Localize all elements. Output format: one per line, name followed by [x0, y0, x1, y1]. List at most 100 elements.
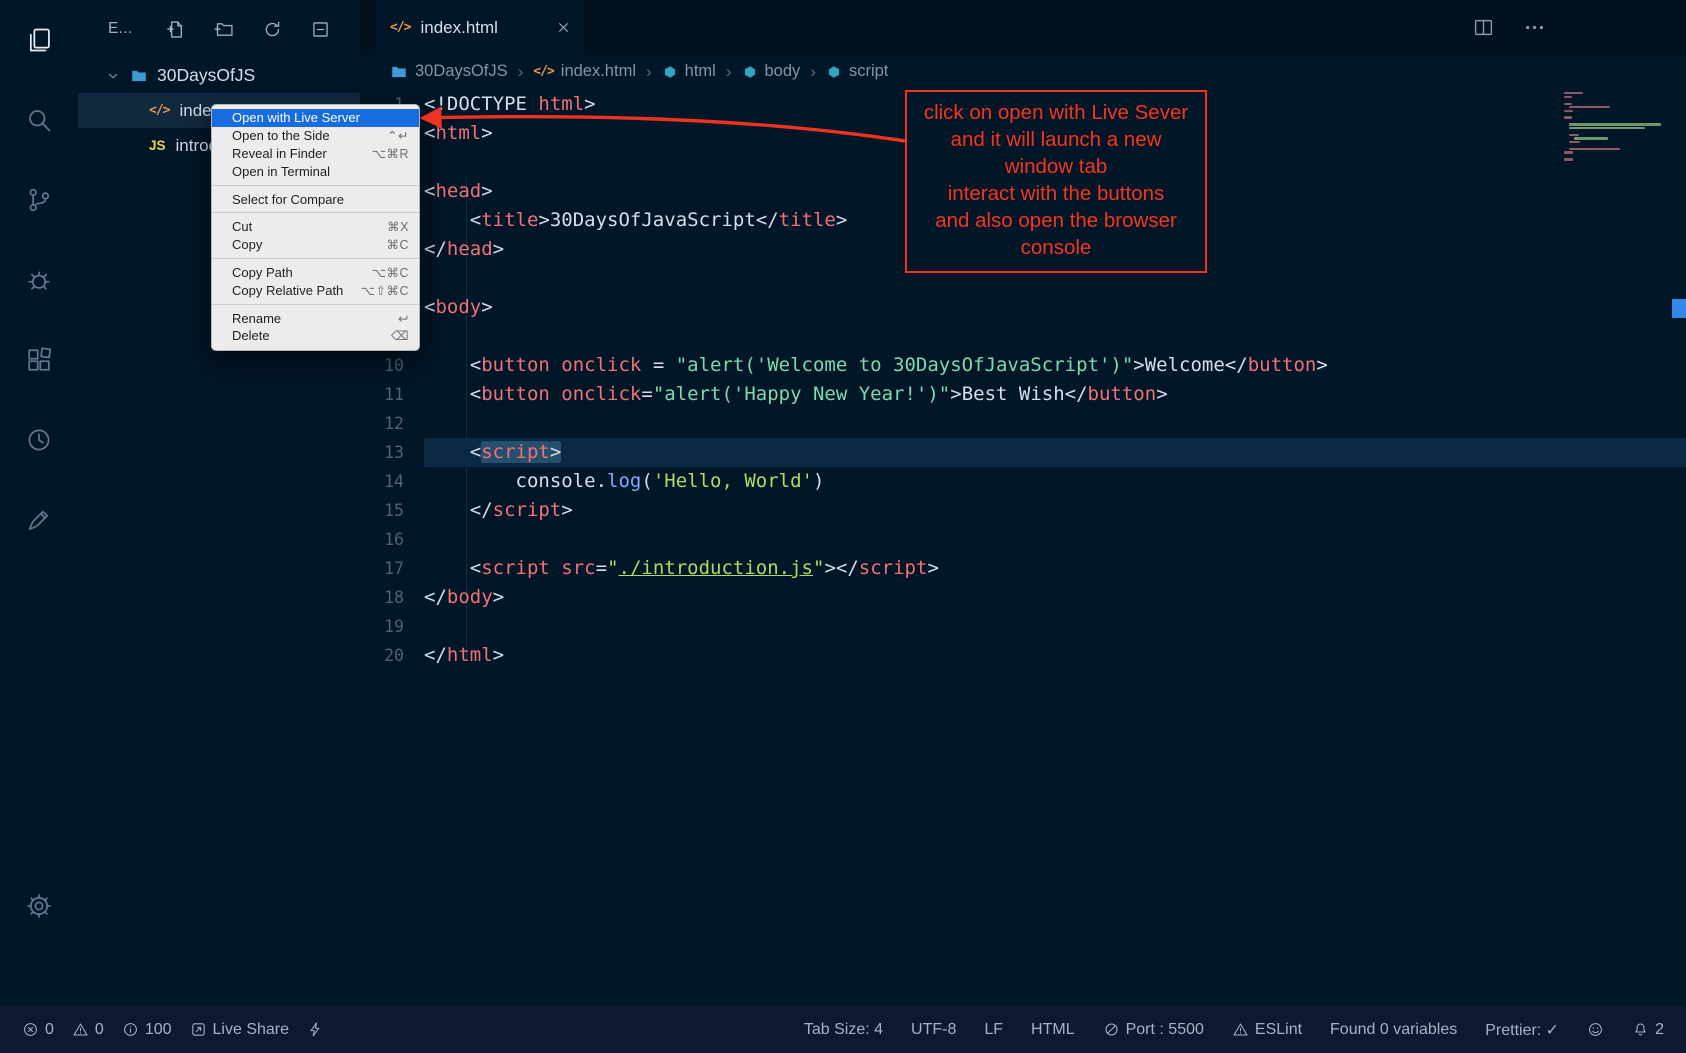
breadcrumb-body[interactable]: body [742, 62, 801, 81]
code-line-10[interactable]: 10 <button onclick = "alert('Welcome to … [360, 351, 1686, 380]
breadcrumb-index-html[interactable]: </> index.html [533, 62, 636, 81]
activity-settings[interactable] [0, 866, 78, 946]
code-line-18[interactable]: 18</body> [360, 583, 1686, 612]
tab-index-html[interactable]: </> index.html [375, 0, 584, 55]
status-text: Prettier: ✓ [1485, 1020, 1559, 1040]
refresh-icon [262, 19, 283, 40]
code-line-14[interactable]: 14 console.log('Hello, World') [360, 467, 1686, 496]
line-content [424, 409, 1686, 438]
status-text: LF [984, 1021, 1003, 1039]
line-number[interactable]: 19 [360, 612, 424, 641]
status-info[interactable]: 100 [122, 1021, 172, 1039]
menu-item-delete[interactable]: Delete⌫ [212, 327, 419, 345]
line-number[interactable]: 10 [360, 351, 424, 380]
breadcrumb-label: body [765, 62, 801, 81]
menu-item-copy[interactable]: Copy⌘C [212, 236, 419, 254]
collapse-all-button[interactable] [310, 19, 331, 40]
status-language[interactable]: HTML [1031, 1021, 1075, 1039]
breadcrumb-script[interactable]: script [826, 62, 888, 81]
status-feedback[interactable] [1587, 1021, 1604, 1038]
line-content: <button onclick = "alert('Welcome to 30D… [424, 351, 1686, 380]
status-eol[interactable]: LF [984, 1021, 1003, 1039]
breadcrumb-html[interactable]: html [662, 62, 716, 81]
breadcrumb-separator: › [810, 62, 816, 82]
menu-item-open-in-terminal[interactable]: Open in Terminal [212, 162, 419, 180]
menu-item-reveal-in-finder[interactable]: Reveal in Finder⌥⌘R [212, 145, 419, 163]
status-variables[interactable]: Found 0 variables [1330, 1021, 1457, 1039]
code-line-12[interactable]: 12 [360, 409, 1686, 438]
breadcrumb-label: index.html [561, 62, 636, 81]
menu-separator [212, 304, 419, 305]
menu-item-copy-path[interactable]: Copy Path⌥⌘C [212, 264, 419, 282]
menu-item-cut[interactable]: Cut⌘X [212, 218, 419, 236]
more-actions-icon[interactable] [1523, 16, 1546, 39]
menu-item-label: Open with Live Server [232, 110, 360, 125]
menu-item-rename[interactable]: Rename↩ [212, 309, 419, 327]
menu-shortcut: ↩ [398, 311, 409, 326]
status-text: Live Share [213, 1021, 290, 1039]
status-prettier[interactable]: Prettier: ✓ [1485, 1020, 1559, 1040]
status-eslint[interactable]: ESLint [1232, 1021, 1302, 1039]
activity-search[interactable] [0, 80, 78, 160]
status-port[interactable]: Port : 5500 [1103, 1021, 1204, 1039]
activity-history[interactable] [0, 400, 78, 480]
line-number[interactable]: 18 [360, 583, 424, 612]
refresh-button[interactable] [262, 19, 283, 40]
html-file-icon: </> [533, 64, 553, 79]
annotation-box: click on open with Live Severand it will… [905, 90, 1207, 273]
new-folder-button[interactable] [214, 19, 235, 40]
line-number[interactable]: 15 [360, 496, 424, 525]
status-warnings[interactable]: 0 [72, 1021, 104, 1039]
activity-bottom [0, 866, 78, 946]
menu-item-label: Open in Terminal [232, 164, 330, 179]
activity-debug[interactable] [0, 240, 78, 320]
status-text: 0 [95, 1021, 104, 1039]
close-icon[interactable] [555, 19, 572, 36]
line-content: </html> [424, 641, 1686, 670]
menu-separator [212, 185, 419, 186]
line-number[interactable]: 16 [360, 525, 424, 554]
line-number[interactable]: 13 [360, 438, 424, 467]
context-menu: Open with Live ServerOpen to the Side⌃↵R… [211, 104, 420, 351]
status-live-share[interactable]: Live Share [190, 1021, 290, 1039]
menu-item-open-with-live-server[interactable]: Open with Live Server [212, 109, 419, 127]
activity-explorer[interactable] [0, 0, 78, 80]
activity-source-control[interactable] [0, 160, 78, 240]
status-bolt[interactable] [307, 1021, 324, 1038]
code-line-15[interactable]: 15 </script> [360, 496, 1686, 525]
code-line-13[interactable]: 13 <script> [360, 438, 1686, 467]
code-line-9[interactable]: 9 [360, 322, 1686, 351]
menu-item-select-for-compare[interactable]: Select for Compare [212, 190, 419, 208]
html-file-icon: </> [390, 20, 410, 35]
code-line-20[interactable]: 20</html> [360, 641, 1686, 670]
line-number[interactable]: 17 [360, 554, 424, 583]
code-line-16[interactable]: 16 [360, 525, 1686, 554]
status-errors[interactable]: 0 [22, 1021, 54, 1039]
new-file-button[interactable] [166, 19, 187, 40]
code-line-17[interactable]: 17 <script src="./introduction.js"></scr… [360, 554, 1686, 583]
line-number[interactable]: 12 [360, 409, 424, 438]
status-tab-size[interactable]: Tab Size: 4 [804, 1021, 883, 1039]
tree-item-root-folder[interactable]: 30DaysOfJS [78, 58, 360, 93]
activity-extensions[interactable] [0, 320, 78, 400]
breadcrumb-30DaysOfJS[interactable]: 30DaysOfJS [390, 62, 508, 81]
new-folder-icon [214, 19, 235, 40]
status-right: Tab Size: 4 UTF-8 LF HTML Port : 5500 ESLint F… [804, 1020, 1664, 1040]
menu-item-open-to-the-side[interactable]: Open to the Side⌃↵ [212, 127, 419, 145]
feedback-icon [25, 506, 53, 534]
activity-feedback[interactable] [0, 480, 78, 560]
line-number[interactable]: 20 [360, 641, 424, 670]
line-number[interactable]: 14 [360, 467, 424, 496]
line-content [424, 322, 1686, 351]
overview-ruler-marker[interactable] [1672, 299, 1686, 318]
status-encoding[interactable]: UTF-8 [911, 1021, 956, 1039]
menu-item-copy-relative-path[interactable]: Copy Relative Path⌥⇧⌘C [212, 281, 419, 299]
code-line-19[interactable]: 19 [360, 612, 1686, 641]
status-notifications[interactable]: 2 [1632, 1021, 1664, 1039]
minimap[interactable] [1560, 91, 1672, 161]
code-line-11[interactable]: 11 <button onclick="alert('Happy New Yea… [360, 380, 1686, 409]
split-editor-icon[interactable] [1472, 16, 1495, 39]
line-number[interactable]: 11 [360, 380, 424, 409]
code-line-8[interactable]: 8<body> [360, 293, 1686, 322]
status-text: Port : 5500 [1126, 1021, 1204, 1039]
